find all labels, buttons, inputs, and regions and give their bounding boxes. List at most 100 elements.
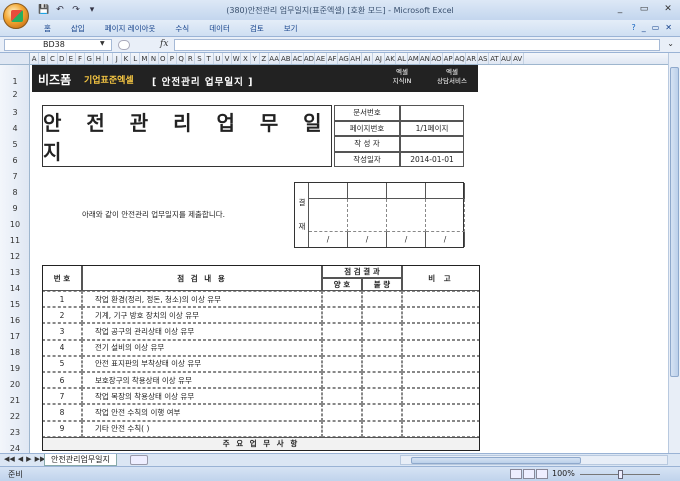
first-sheet-button[interactable]: ◀◀ xyxy=(4,455,15,463)
checklist-bad[interactable] xyxy=(362,339,402,356)
row-header[interactable]: 6 xyxy=(0,156,30,165)
column-header[interactable]: I xyxy=(104,53,113,64)
column-header[interactable]: AV xyxy=(512,53,524,64)
column-header[interactable]: R xyxy=(186,53,196,64)
horizontal-scrollbar[interactable] xyxy=(400,455,668,465)
column-header[interactable]: W xyxy=(232,53,242,64)
column-header[interactable]: AA xyxy=(269,53,281,64)
horizontal-scroll-thumb[interactable] xyxy=(411,457,581,464)
checklist-remark[interactable] xyxy=(402,388,480,405)
checklist-bad[interactable] xyxy=(362,355,402,372)
column-header[interactable]: E xyxy=(67,53,76,64)
column-header[interactable]: N xyxy=(149,53,159,64)
next-sheet-button[interactable]: ▶ xyxy=(26,455,31,463)
column-header[interactable]: AP xyxy=(443,53,455,64)
checklist-bad[interactable] xyxy=(362,323,402,340)
column-header[interactable]: C xyxy=(48,53,58,64)
checklist-good[interactable] xyxy=(322,323,362,340)
approval-sign-cell[interactable] xyxy=(348,199,387,232)
column-header[interactable]: T xyxy=(205,53,214,64)
workbook-minimize-button[interactable]: _ xyxy=(642,23,646,32)
row-header[interactable]: 24 xyxy=(0,444,30,453)
approval-title-cell[interactable] xyxy=(309,183,348,199)
row-header[interactable]: 16 xyxy=(0,316,30,325)
column-header[interactable]: AU xyxy=(501,53,513,64)
approval-title-cell[interactable] xyxy=(426,183,465,199)
row-header[interactable]: 20 xyxy=(0,380,30,389)
formula-input[interactable] xyxy=(174,39,660,51)
tab-page-layout[interactable]: 페이지 레이아웃 xyxy=(95,23,166,35)
column-header[interactable]: B xyxy=(39,53,49,64)
vertical-scrollbar[interactable] xyxy=(668,53,680,453)
info-value[interactable] xyxy=(400,105,464,121)
column-header[interactable]: P xyxy=(168,53,177,64)
row-header[interactable]: 9 xyxy=(0,204,30,213)
column-header[interactable]: O xyxy=(159,53,168,64)
row-header[interactable]: 21 xyxy=(0,396,30,405)
approval-sign-cell[interactable] xyxy=(387,199,426,232)
insert-sheet-icon[interactable] xyxy=(130,455,148,465)
checklist-bad[interactable] xyxy=(362,388,402,405)
row-header[interactable]: 14 xyxy=(0,284,30,293)
approval-date-cell[interactable]: / xyxy=(387,232,426,247)
checklist-remark[interactable] xyxy=(402,307,480,324)
sheet-tab-active[interactable]: 안전관리업무일지 xyxy=(44,454,117,466)
checklist-bad[interactable] xyxy=(362,291,402,308)
column-header[interactable]: S xyxy=(195,53,205,64)
column-header[interactable]: X xyxy=(241,53,251,64)
checklist-good[interactable] xyxy=(322,307,362,324)
zoom-level[interactable]: 100% xyxy=(552,469,575,478)
row-header[interactable]: 22 xyxy=(0,412,30,421)
column-header[interactable]: U xyxy=(214,53,223,64)
row-header[interactable]: 3 xyxy=(0,108,30,117)
help-icon[interactable]: ? xyxy=(631,23,635,32)
column-header[interactable]: AL xyxy=(396,53,408,64)
row-header[interactable]: 1 xyxy=(0,77,30,86)
row-header[interactable]: 17 xyxy=(0,332,30,341)
approval-date-cell[interactable]: / xyxy=(309,232,348,247)
checklist-good[interactable] xyxy=(322,291,362,308)
info-value[interactable] xyxy=(400,136,464,152)
checklist-good[interactable] xyxy=(322,404,362,421)
row-header[interactable]: 18 xyxy=(0,348,30,357)
row-header[interactable]: 15 xyxy=(0,300,30,309)
zoom-slider-knob[interactable] xyxy=(618,470,623,479)
checklist-good[interactable] xyxy=(322,355,362,372)
row-header[interactable]: 10 xyxy=(0,220,30,229)
checklist-good[interactable] xyxy=(322,388,362,405)
column-header[interactable]: H xyxy=(94,53,104,64)
tab-data[interactable]: 데이터 xyxy=(199,23,240,35)
column-header[interactable]: AE xyxy=(315,53,327,64)
name-box-dropdown-icon[interactable]: ▼ xyxy=(100,39,105,49)
workbook-close-button[interactable]: ✕ xyxy=(665,23,672,32)
column-header[interactable]: AN xyxy=(420,53,432,64)
column-header[interactable]: AB xyxy=(280,53,293,64)
column-header[interactable]: AT xyxy=(489,53,501,64)
column-header[interactable]: AM xyxy=(408,53,420,64)
column-header[interactable]: AJ xyxy=(373,53,385,64)
column-header[interactable]: V xyxy=(223,53,233,64)
page-layout-view-icon[interactable] xyxy=(523,469,535,479)
column-header[interactable]: AK xyxy=(385,53,397,64)
checklist-bad[interactable] xyxy=(362,404,402,421)
row-header[interactable]: 4 xyxy=(0,124,30,133)
checklist-remark[interactable] xyxy=(402,339,480,356)
approval-date-cell[interactable]: / xyxy=(426,232,465,247)
checklist-remark[interactable] xyxy=(402,372,480,389)
checklist-remark[interactable] xyxy=(402,291,480,308)
column-header[interactable]: D xyxy=(58,53,67,64)
tab-home[interactable]: 홈 xyxy=(34,23,61,35)
column-header[interactable]: AR xyxy=(466,53,478,64)
checklist-good[interactable] xyxy=(322,339,362,356)
prev-sheet-button[interactable]: ◀ xyxy=(18,455,23,463)
column-header[interactable]: J xyxy=(113,53,122,64)
approval-sign-cell[interactable] xyxy=(309,199,348,232)
formula-expand-icon[interactable] xyxy=(118,40,130,50)
checklist-good[interactable] xyxy=(322,372,362,389)
column-header[interactable]: Y xyxy=(251,53,260,64)
normal-view-icon[interactable] xyxy=(510,469,522,479)
column-header[interactable]: AS xyxy=(478,53,490,64)
approval-title-cell[interactable] xyxy=(387,183,426,199)
minimize-button[interactable]: _ xyxy=(612,3,628,15)
column-header[interactable]: A xyxy=(30,53,40,64)
